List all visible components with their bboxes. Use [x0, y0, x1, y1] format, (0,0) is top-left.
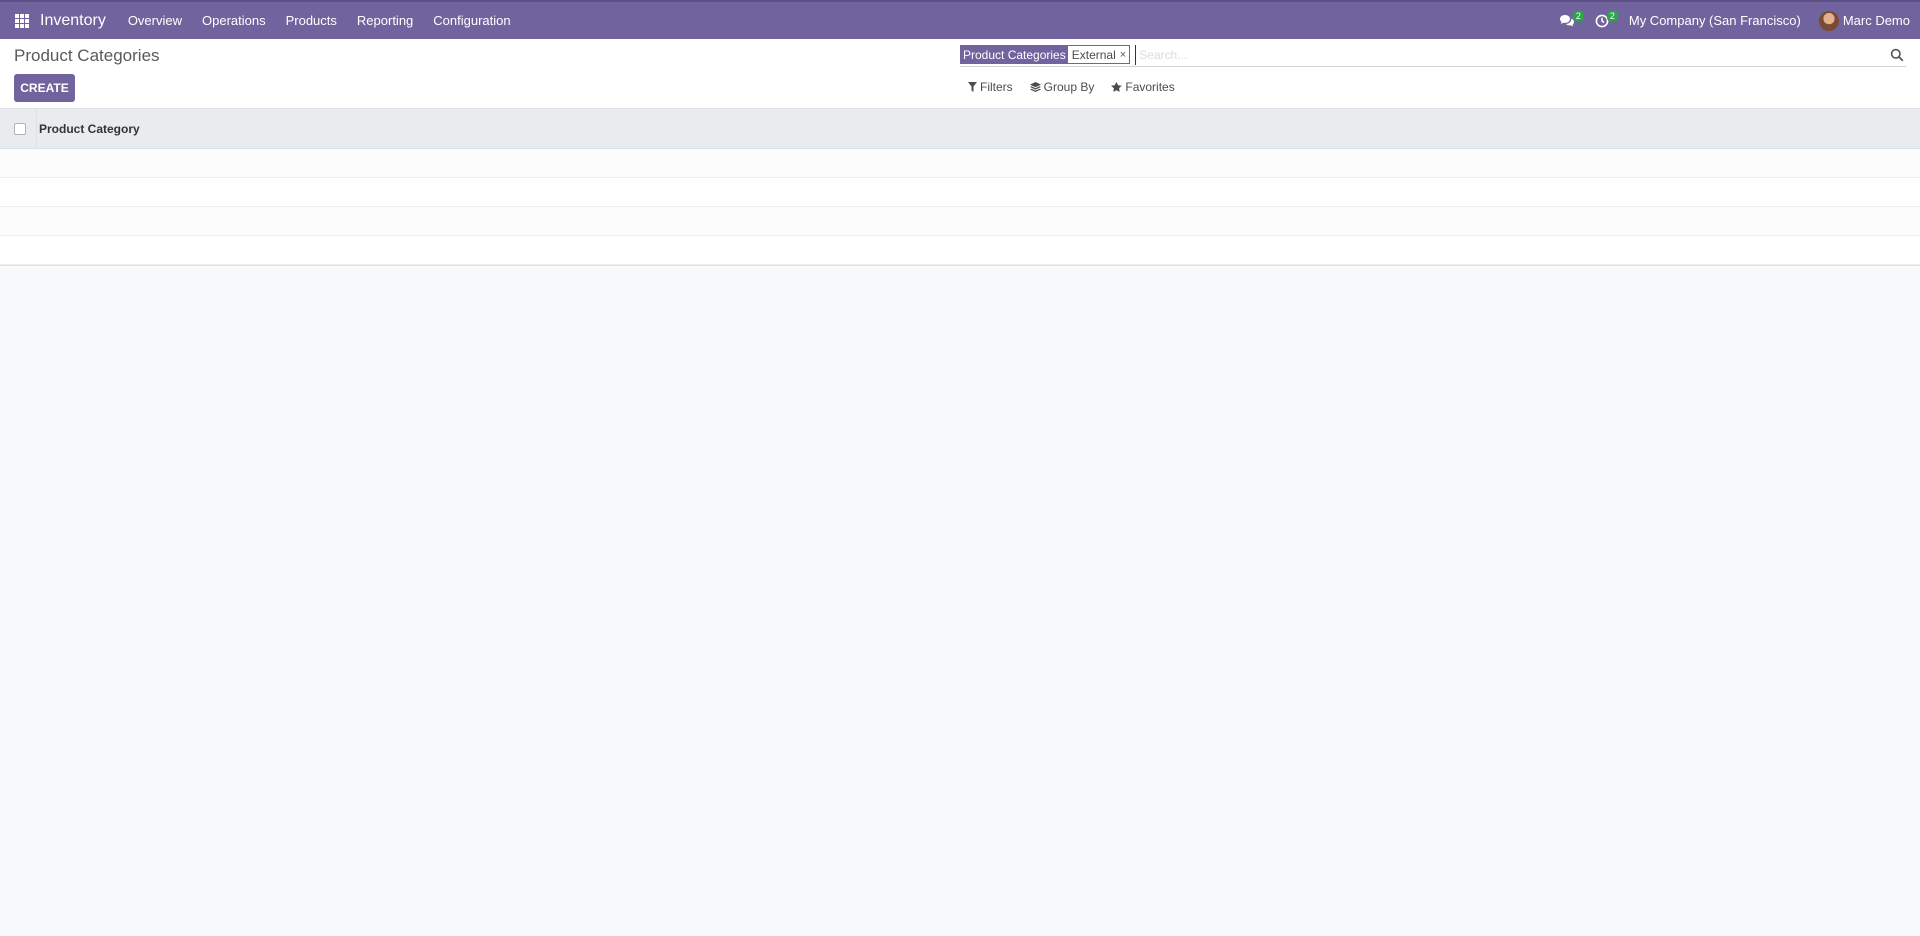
list-bottom-divider — [0, 265, 1920, 266]
menu-item-operations[interactable]: Operations — [192, 2, 276, 39]
layers-icon — [1029, 82, 1041, 92]
select-all-checkbox[interactable] — [14, 122, 26, 135]
groupby-button[interactable]: Group By — [1029, 80, 1095, 94]
facet-label: Product Categories — [961, 46, 1068, 63]
search-facet: Product Categories External × — [960, 45, 1131, 64]
messaging-menu[interactable]: 2 — [1549, 2, 1585, 39]
list-body — [0, 149, 1920, 265]
filters-label: Filters — [980, 80, 1013, 94]
search-input[interactable] — [1135, 44, 1890, 65]
facet-remove-icon[interactable]: × — [1120, 49, 1126, 61]
user-name: Marc Demo — [1842, 13, 1910, 28]
user-menu[interactable]: Marc Demo — [1811, 10, 1920, 31]
star-icon — [1111, 82, 1123, 92]
column-header-product-category[interactable]: Product Category — [38, 122, 140, 136]
search-icon[interactable] — [1890, 48, 1904, 62]
list-header: Product Category — [0, 109, 1920, 149]
filter-icon — [968, 82, 977, 92]
menu-item-products[interactable]: Products — [276, 2, 347, 39]
facet-value: External × — [1067, 46, 1130, 63]
avatar — [1818, 10, 1839, 31]
top-menu: Overview Operations Products Reporting C… — [118, 2, 521, 39]
groupby-label: Group By — [1043, 80, 1095, 94]
facet-value-text: External — [1071, 47, 1116, 62]
systray: 2 2 My Company (San Francisco) Marc Demo — [1549, 2, 1920, 39]
breadcrumb: Product Categories — [14, 46, 160, 65]
control-panel: Product Categories Create Product Catego… — [0, 39, 1920, 109]
filter-bar: Filters Group By Favorites — [968, 80, 1192, 94]
select-all-cell — [0, 109, 37, 148]
main-navbar: Inventory Overview Operations Products R… — [0, 0, 1920, 39]
search-view: Product Categories External × — [960, 43, 1906, 67]
favorites-label: Favorites — [1125, 80, 1175, 94]
empty-row — [0, 207, 1920, 236]
company-switcher[interactable]: My Company (San Francisco) — [1619, 13, 1811, 28]
empty-row — [0, 149, 1920, 178]
menu-item-reporting[interactable]: Reporting — [347, 2, 423, 39]
filters-button[interactable]: Filters — [968, 80, 1013, 94]
activity-menu[interactable]: 2 — [1585, 2, 1619, 39]
activities-badge: 2 — [1606, 11, 1618, 21]
list-view: Product Category — [0, 109, 1920, 266]
menu-item-configuration[interactable]: Configuration — [423, 2, 520, 39]
favorites-button[interactable]: Favorites — [1111, 80, 1175, 94]
messages-badge: 2 — [1572, 11, 1584, 21]
app-brand[interactable]: Inventory — [40, 12, 106, 30]
empty-row — [0, 178, 1920, 207]
create-button[interactable]: Create — [14, 74, 75, 102]
menu-item-overview[interactable]: Overview — [118, 2, 192, 39]
apps-menu-icon[interactable] — [15, 13, 29, 28]
empty-row — [0, 236, 1920, 265]
